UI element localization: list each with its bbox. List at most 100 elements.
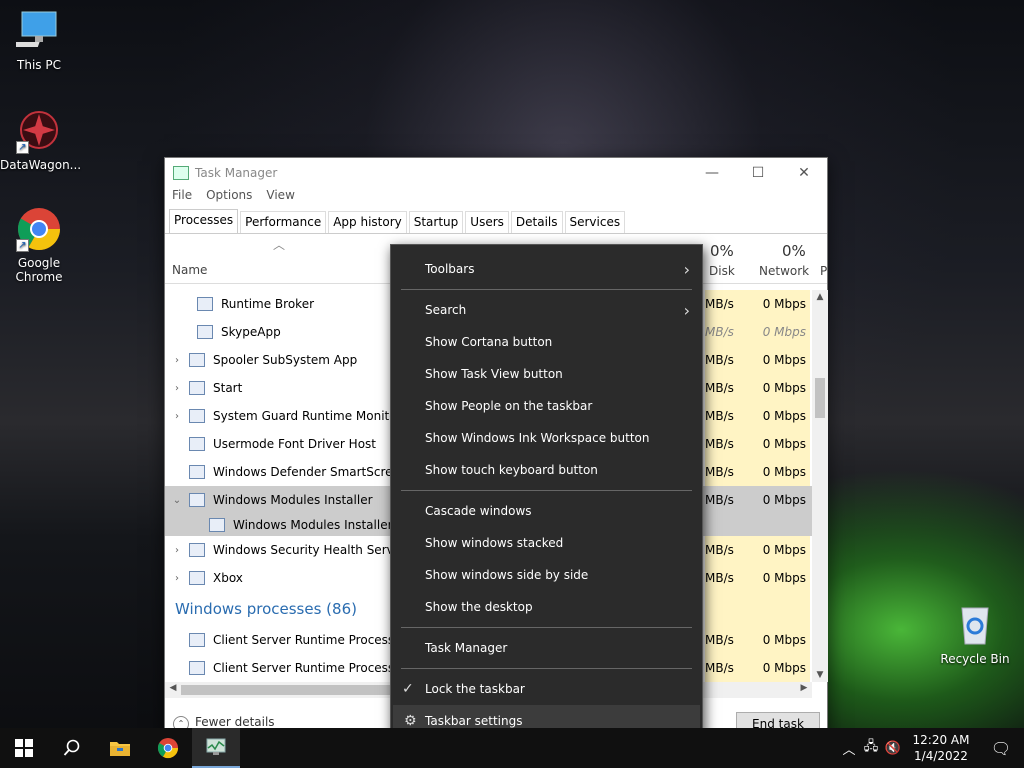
process-icon (189, 465, 205, 479)
menu-options[interactable]: Options (206, 188, 252, 208)
menu-item-search[interactable]: Search › (391, 294, 702, 326)
menu-item-show-windows-side-by-side[interactable]: Show windows side by side (391, 559, 702, 591)
task-manager-app-icon (173, 166, 189, 180)
network-value: 0 Mbps (735, 536, 810, 564)
chevron-right-icon[interactable]: › (165, 573, 189, 584)
tab-services[interactable]: Services (564, 211, 626, 233)
minimize-button[interactable]: — (689, 165, 735, 181)
process-name: Start (213, 381, 243, 395)
network-icon[interactable]: 🖧 (860, 737, 882, 759)
menu-item-task-manager[interactable]: Task Manager (391, 632, 702, 664)
process-icon (197, 297, 213, 311)
tab-startup[interactable]: Startup (408, 211, 464, 233)
process-icon (189, 571, 205, 585)
start-button[interactable] (0, 728, 48, 768)
column-name[interactable]: Name (172, 263, 207, 277)
desktop-icon-datawagon[interactable]: ↗ DataWagon... (0, 108, 81, 172)
process-name: Windows Defender SmartScreen (213, 465, 408, 479)
scroll-thumb[interactable] (815, 378, 825, 418)
network-value: 0 Mbps (735, 654, 810, 682)
network-value: 0 Mbps (735, 402, 810, 430)
volume-muted-icon[interactable]: 🔇 (882, 741, 904, 756)
task-manager-taskbar-button[interactable] (192, 728, 240, 768)
system-tray: ︿ 🖧 🔇 12:20 AM 1/4/2022 🗨 (838, 728, 1024, 768)
tab-strip: Processes Performance App history Startu… (165, 208, 827, 234)
clock[interactable]: 12:20 AM 1/4/2022 (904, 732, 978, 764)
network-value: 0 Mbps (735, 374, 810, 402)
gear-icon: ⚙ (404, 713, 417, 729)
menu-file[interactable]: File (172, 188, 192, 208)
menu-item-show-touch-keyboard-button[interactable]: Show touch keyboard button (391, 454, 702, 486)
notification-icon[interactable]: 🗨 (978, 739, 1024, 758)
tab-details[interactable]: Details (510, 211, 563, 233)
chevron-right-icon[interactable]: › (165, 383, 189, 394)
network-value (735, 514, 810, 536)
menu-item-label: Show touch keyboard button (425, 463, 598, 477)
chrome-icon (157, 737, 179, 759)
menu-item-lock-the-taskbar[interactable]: ✓ Lock the taskbar (391, 673, 702, 705)
menu-item-label: Show Task View button (425, 367, 563, 381)
menu-item-label: Show windows stacked (425, 536, 564, 550)
vertical-scrollbar[interactable]: ▲ ▼ (812, 290, 828, 682)
datawagon-logo-icon: ↗ (16, 108, 62, 154)
tab-processes[interactable]: Processes (169, 209, 239, 233)
tab-performance[interactable]: Performance (240, 211, 327, 233)
tab-users[interactable]: Users (465, 211, 509, 233)
process-icon (189, 409, 205, 423)
column-disk[interactable]: Disk (709, 264, 735, 278)
desktop-icon-this-pc[interactable]: This PC (0, 8, 78, 72)
chevron-down-icon[interactable]: ⌄ (165, 495, 189, 506)
close-button[interactable]: ✕ (781, 165, 827, 181)
chrome-taskbar-button[interactable] (144, 728, 192, 768)
search-icon (63, 739, 80, 756)
disk-value: MB/s (705, 318, 735, 346)
menu-item-show-cortana-button[interactable]: Show Cortana button (391, 326, 702, 358)
scroll-thumb[interactable] (181, 685, 391, 695)
chevron-up-icon[interactable]: ︿ (838, 739, 860, 758)
menu-separator (401, 289, 692, 290)
desktop-icon-label: Recycle Bin (940, 652, 1010, 666)
menu-item-cascade-windows[interactable]: Cascade windows (391, 495, 702, 527)
menu-view[interactable]: View (266, 188, 294, 208)
chevron-right-icon[interactable]: › (165, 355, 189, 366)
desktop-icon-google-chrome[interactable]: ↗ Google Chrome (0, 206, 78, 284)
menu-item-show-the-desktop[interactable]: Show the desktop (391, 591, 702, 623)
menu-separator (401, 627, 692, 628)
scroll-up-icon[interactable]: ▲ (812, 292, 828, 302)
process-name: Windows Modules Installer (233, 518, 393, 532)
title-bar[interactable]: Task Manager — ☐ ✕ (165, 158, 827, 188)
windows-logo-icon (15, 739, 33, 757)
column-power[interactable]: P (820, 264, 827, 278)
network-value: 0 Mbps (735, 564, 810, 592)
chevron-right-icon[interactable]: › (165, 411, 189, 422)
process-icon (189, 437, 205, 451)
chevron-right-icon[interactable]: › (165, 545, 189, 556)
menu-separator (401, 490, 692, 491)
maximize-button[interactable]: ☐ (735, 165, 781, 181)
search-button[interactable] (48, 728, 96, 768)
process-name: Client Server Runtime Process (213, 661, 395, 675)
desktop-icon-recycle-bin[interactable]: Recycle Bin (936, 602, 1014, 666)
tab-app-history[interactable]: App history (328, 211, 407, 233)
menu-item-show-windows-stacked[interactable]: Show windows stacked (391, 527, 702, 559)
process-name: Runtime Broker (221, 297, 315, 311)
scroll-right-icon[interactable]: ▶ (796, 683, 812, 693)
column-network[interactable]: Network (759, 264, 809, 278)
menu-bar: File Options View (165, 188, 827, 208)
menu-separator (401, 668, 692, 669)
process-icon (189, 543, 205, 557)
process-name: SkypeApp (221, 325, 281, 339)
menu-item-show-windows-ink-workspace-button[interactable]: Show Windows Ink Workspace button (391, 422, 702, 454)
menu-item-show-task-view-button[interactable]: Show Task View button (391, 358, 702, 390)
file-explorer-button[interactable] (96, 728, 144, 768)
disk-value: MB/s (705, 402, 735, 430)
scroll-down-icon[interactable]: ▼ (812, 670, 828, 680)
process-name: Spooler SubSystem App (213, 353, 358, 367)
scroll-left-icon[interactable]: ◀ (165, 683, 181, 693)
menu-item-label: Search (425, 303, 467, 317)
menu-item-show-people-on-the-taskbar[interactable]: Show People on the taskbar (391, 390, 702, 422)
menu-item-toolbars[interactable]: Toolbars › (391, 253, 702, 285)
process-name: Client Server Runtime Process (213, 633, 395, 647)
chevron-right-icon: › (683, 300, 690, 320)
network-value: 0 Mbps (735, 346, 810, 374)
